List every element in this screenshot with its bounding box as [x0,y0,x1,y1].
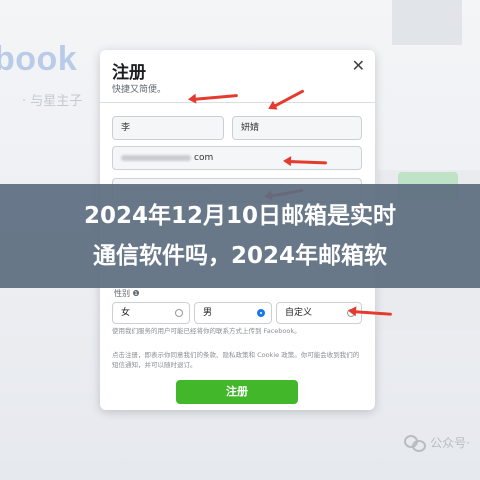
wechat-icon [404,434,427,452]
background-panel-top [392,0,462,45]
gender-option-label: 女 [121,308,131,318]
dialog-subtitle: 快捷又简便。 [112,85,167,95]
brand-logo-text: book [0,40,78,78]
gender-option-female[interactable]: 女 [112,302,190,324]
brand-subtitle: · 与星主子 [22,94,83,109]
gender-option-label: 自定义 [285,308,313,318]
dialog-title: 注册 [112,63,146,83]
redacted-email [121,154,191,161]
close-icon[interactable]: ✕ [352,56,365,75]
signup-submit-button[interactable]: 注册 [176,380,298,404]
first-name-field[interactable]: 李 [112,116,224,140]
email-field[interactable]: com [112,146,362,170]
email-suffix: com [194,153,214,163]
radio-selected-icon[interactable] [257,309,265,317]
terms-text-policy: 点击注册，即表示你同意我们的条款、隐私政策和 Cookie 政策。你可能会收到我… [112,351,360,369]
gender-label: 性别 ❶ [114,289,140,298]
dialog-divider [100,102,375,103]
radio-icon[interactable] [175,309,183,317]
gender-option-male[interactable]: 男 [194,302,272,324]
banner-title-line-2: 通信软件吗，2024年邮箱软 [92,243,387,269]
banner-title-line-1: 2024年12月10日邮箱是实时 [83,203,397,229]
watermark-text: 公众号· [430,436,470,450]
watermark: 公众号· [404,434,470,452]
terms-text-contacts: 使用我们服务的用户可能已经将你的联系方式上传到 Facebook。 [112,327,301,335]
last-name-field[interactable]: 妍婧 [232,116,362,140]
gender-option-label: 男 [203,308,213,318]
title-banner: 2024年12月10日邮箱是实时 通信软件吗，2024年邮箱软 [0,184,480,288]
